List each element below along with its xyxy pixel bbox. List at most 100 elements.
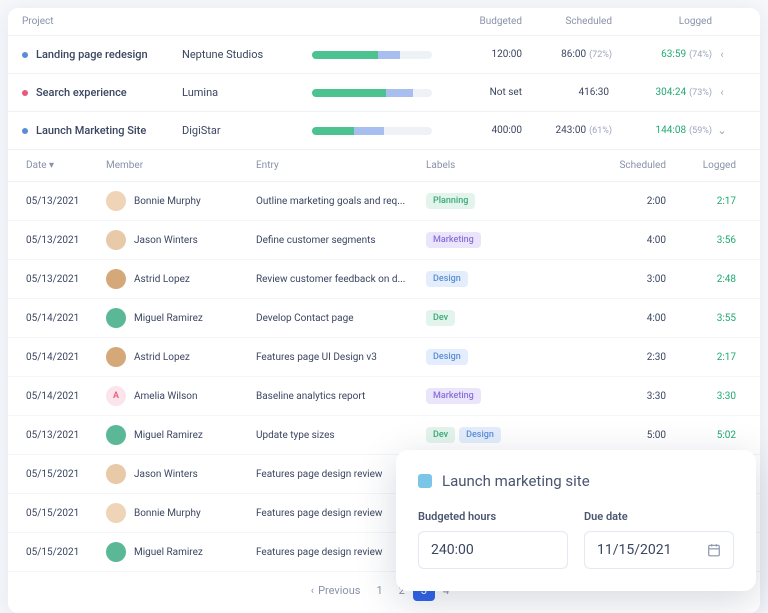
member-name: Jason Winters [134, 469, 198, 480]
entry-scheduled: 4:00 [566, 313, 666, 324]
due-date-label: Due date [584, 510, 734, 523]
label-badge: Design [426, 271, 468, 287]
label-badge: Planning [426, 193, 475, 209]
entry-date: 05/14/2021 [26, 313, 106, 324]
client-name: Neptune Studios [182, 48, 312, 61]
logged-value: 304:24(73%) [612, 87, 712, 98]
entry-logged: 2:17 [666, 196, 736, 207]
popup-title-row: Launch marketing site [418, 472, 734, 490]
entry-description: Baseline analytics report [256, 391, 426, 402]
member-name: Miguel Ramirez [134, 547, 203, 558]
popup-title: Launch marketing site [442, 472, 590, 490]
avatar [106, 230, 126, 250]
avatar [106, 347, 126, 367]
page-number[interactable]: 1 [368, 580, 390, 601]
project-name: Landing page redesign [36, 48, 148, 61]
expand-icon[interactable]: ‹ [712, 48, 732, 61]
entry-date: 05/14/2021 [26, 391, 106, 402]
col-entry: Entry [256, 160, 426, 171]
avatar [106, 308, 126, 328]
budgeted-value: 400:00 [452, 125, 522, 136]
entry-date: 05/13/2021 [26, 196, 106, 207]
expand-icon[interactable]: ⌄ [712, 124, 732, 137]
entry-scheduled: 4:00 [566, 235, 666, 246]
pagination-previous[interactable]: ‹ Previous [311, 584, 361, 597]
member-name: Astrid Lopez [134, 274, 190, 285]
entry-date: 05/15/2021 [26, 508, 106, 519]
entry-scheduled: 2:00 [566, 196, 666, 207]
member-name: Jason Winters [134, 235, 198, 246]
col-member: Member [106, 160, 256, 171]
member-name: Amelia Wilson [134, 391, 198, 402]
project-row[interactable]: Search experience Lumina Not set 416:30 … [8, 74, 760, 112]
status-dot [22, 90, 28, 96]
entry-date: 05/13/2021 [26, 274, 106, 285]
col-budgeted: Budgeted [452, 16, 522, 27]
entry-row[interactable]: 05/14/2021 Astrid Lopez Features page UI… [8, 338, 760, 377]
col-labels: Labels [426, 160, 566, 171]
entries-headers: Date ▾ Member Entry Labels Scheduled Log… [8, 150, 760, 182]
col-scheduled: Scheduled [566, 160, 666, 171]
project-detail-popup: Launch marketing site Budgeted hours 240… [396, 450, 756, 591]
scheduled-value: 86:00(72%) [522, 49, 612, 60]
progress-bar [312, 127, 432, 135]
entry-scheduled: 3:00 [566, 274, 666, 285]
entry-row[interactable]: 05/14/2021 Miguel Ramirez Develop Contac… [8, 299, 760, 338]
entry-description: Update type sizes [256, 430, 426, 441]
entry-scheduled: 3:30 [566, 391, 666, 402]
entry-row[interactable]: 05/13/2021 Astrid Lopez Review customer … [8, 260, 760, 299]
member-name: Bonnie Murphy [134, 196, 201, 207]
logged-value: 63:59(74%) [612, 49, 712, 60]
member-name: Miguel Ramirez [134, 430, 203, 441]
entry-date: 05/13/2021 [26, 430, 106, 441]
entry-logged: 3:55 [666, 313, 736, 324]
budgeted-value: 120:00 [452, 49, 522, 60]
label-badge: Marketing [426, 388, 481, 404]
col-project: Project [22, 16, 182, 27]
status-dot [22, 128, 28, 134]
expand-icon[interactable]: ‹ [712, 86, 732, 99]
entry-scheduled: 2:30 [566, 352, 666, 363]
label-badge: Marketing [426, 232, 481, 248]
col-logged: Logged [666, 160, 736, 171]
budgeted-hours-label: Budgeted hours [418, 510, 568, 523]
avatar [106, 425, 126, 445]
avatar [106, 542, 126, 562]
avatar [106, 503, 126, 523]
entry-date: 05/14/2021 [26, 352, 106, 363]
calendar-icon [707, 543, 721, 557]
due-date-input[interactable]: 11/15/2021 [584, 531, 734, 569]
client-name: DigiStar [182, 124, 312, 137]
project-headers: Project Budgeted Scheduled Logged [8, 8, 760, 36]
entry-logged: 3:30 [666, 391, 736, 402]
entry-row[interactable]: 05/13/2021 Jason Winters Define customer… [8, 221, 760, 260]
progress-bar [312, 89, 432, 97]
col-date[interactable]: Date ▾ [26, 160, 106, 171]
scheduled-value: 243:00(61%) [522, 125, 612, 136]
status-dot [22, 52, 28, 58]
project-row[interactable]: Launch Marketing Site DigiStar 400:00 24… [8, 112, 760, 150]
scheduled-value: 416:30 [522, 87, 612, 98]
avatar [106, 269, 126, 289]
budgeted-value: Not set [452, 87, 522, 98]
progress-bar [312, 51, 432, 59]
project-name: Search experience [36, 86, 127, 99]
entry-date: 05/15/2021 [26, 469, 106, 480]
entry-description: Outline marketing goals and req... [256, 196, 426, 207]
budgeted-hours-input[interactable]: 240:00 [418, 531, 568, 569]
label-badge: Dev [426, 310, 455, 326]
project-row[interactable]: Landing page redesign Neptune Studios 12… [8, 36, 760, 74]
project-name: Launch Marketing Site [36, 124, 146, 137]
entry-description: Develop Contact page [256, 313, 426, 324]
avatar [106, 191, 126, 211]
member-name: Miguel Ramirez [134, 313, 203, 324]
entry-scheduled: 5:00 [566, 430, 666, 441]
label-badge: Dev [426, 427, 455, 443]
entry-row[interactable]: 05/14/2021 AAmelia Wilson Baseline analy… [8, 377, 760, 416]
logged-value: 144:08(59%) [612, 125, 712, 136]
entry-row[interactable]: 05/13/2021 Bonnie Murphy Outline marketi… [8, 182, 760, 221]
col-logged: Logged [612, 16, 712, 27]
label-badge: Design [426, 349, 468, 365]
entry-description: Review customer feedback on d... [256, 274, 426, 285]
entry-logged: 5:02 [666, 430, 736, 441]
